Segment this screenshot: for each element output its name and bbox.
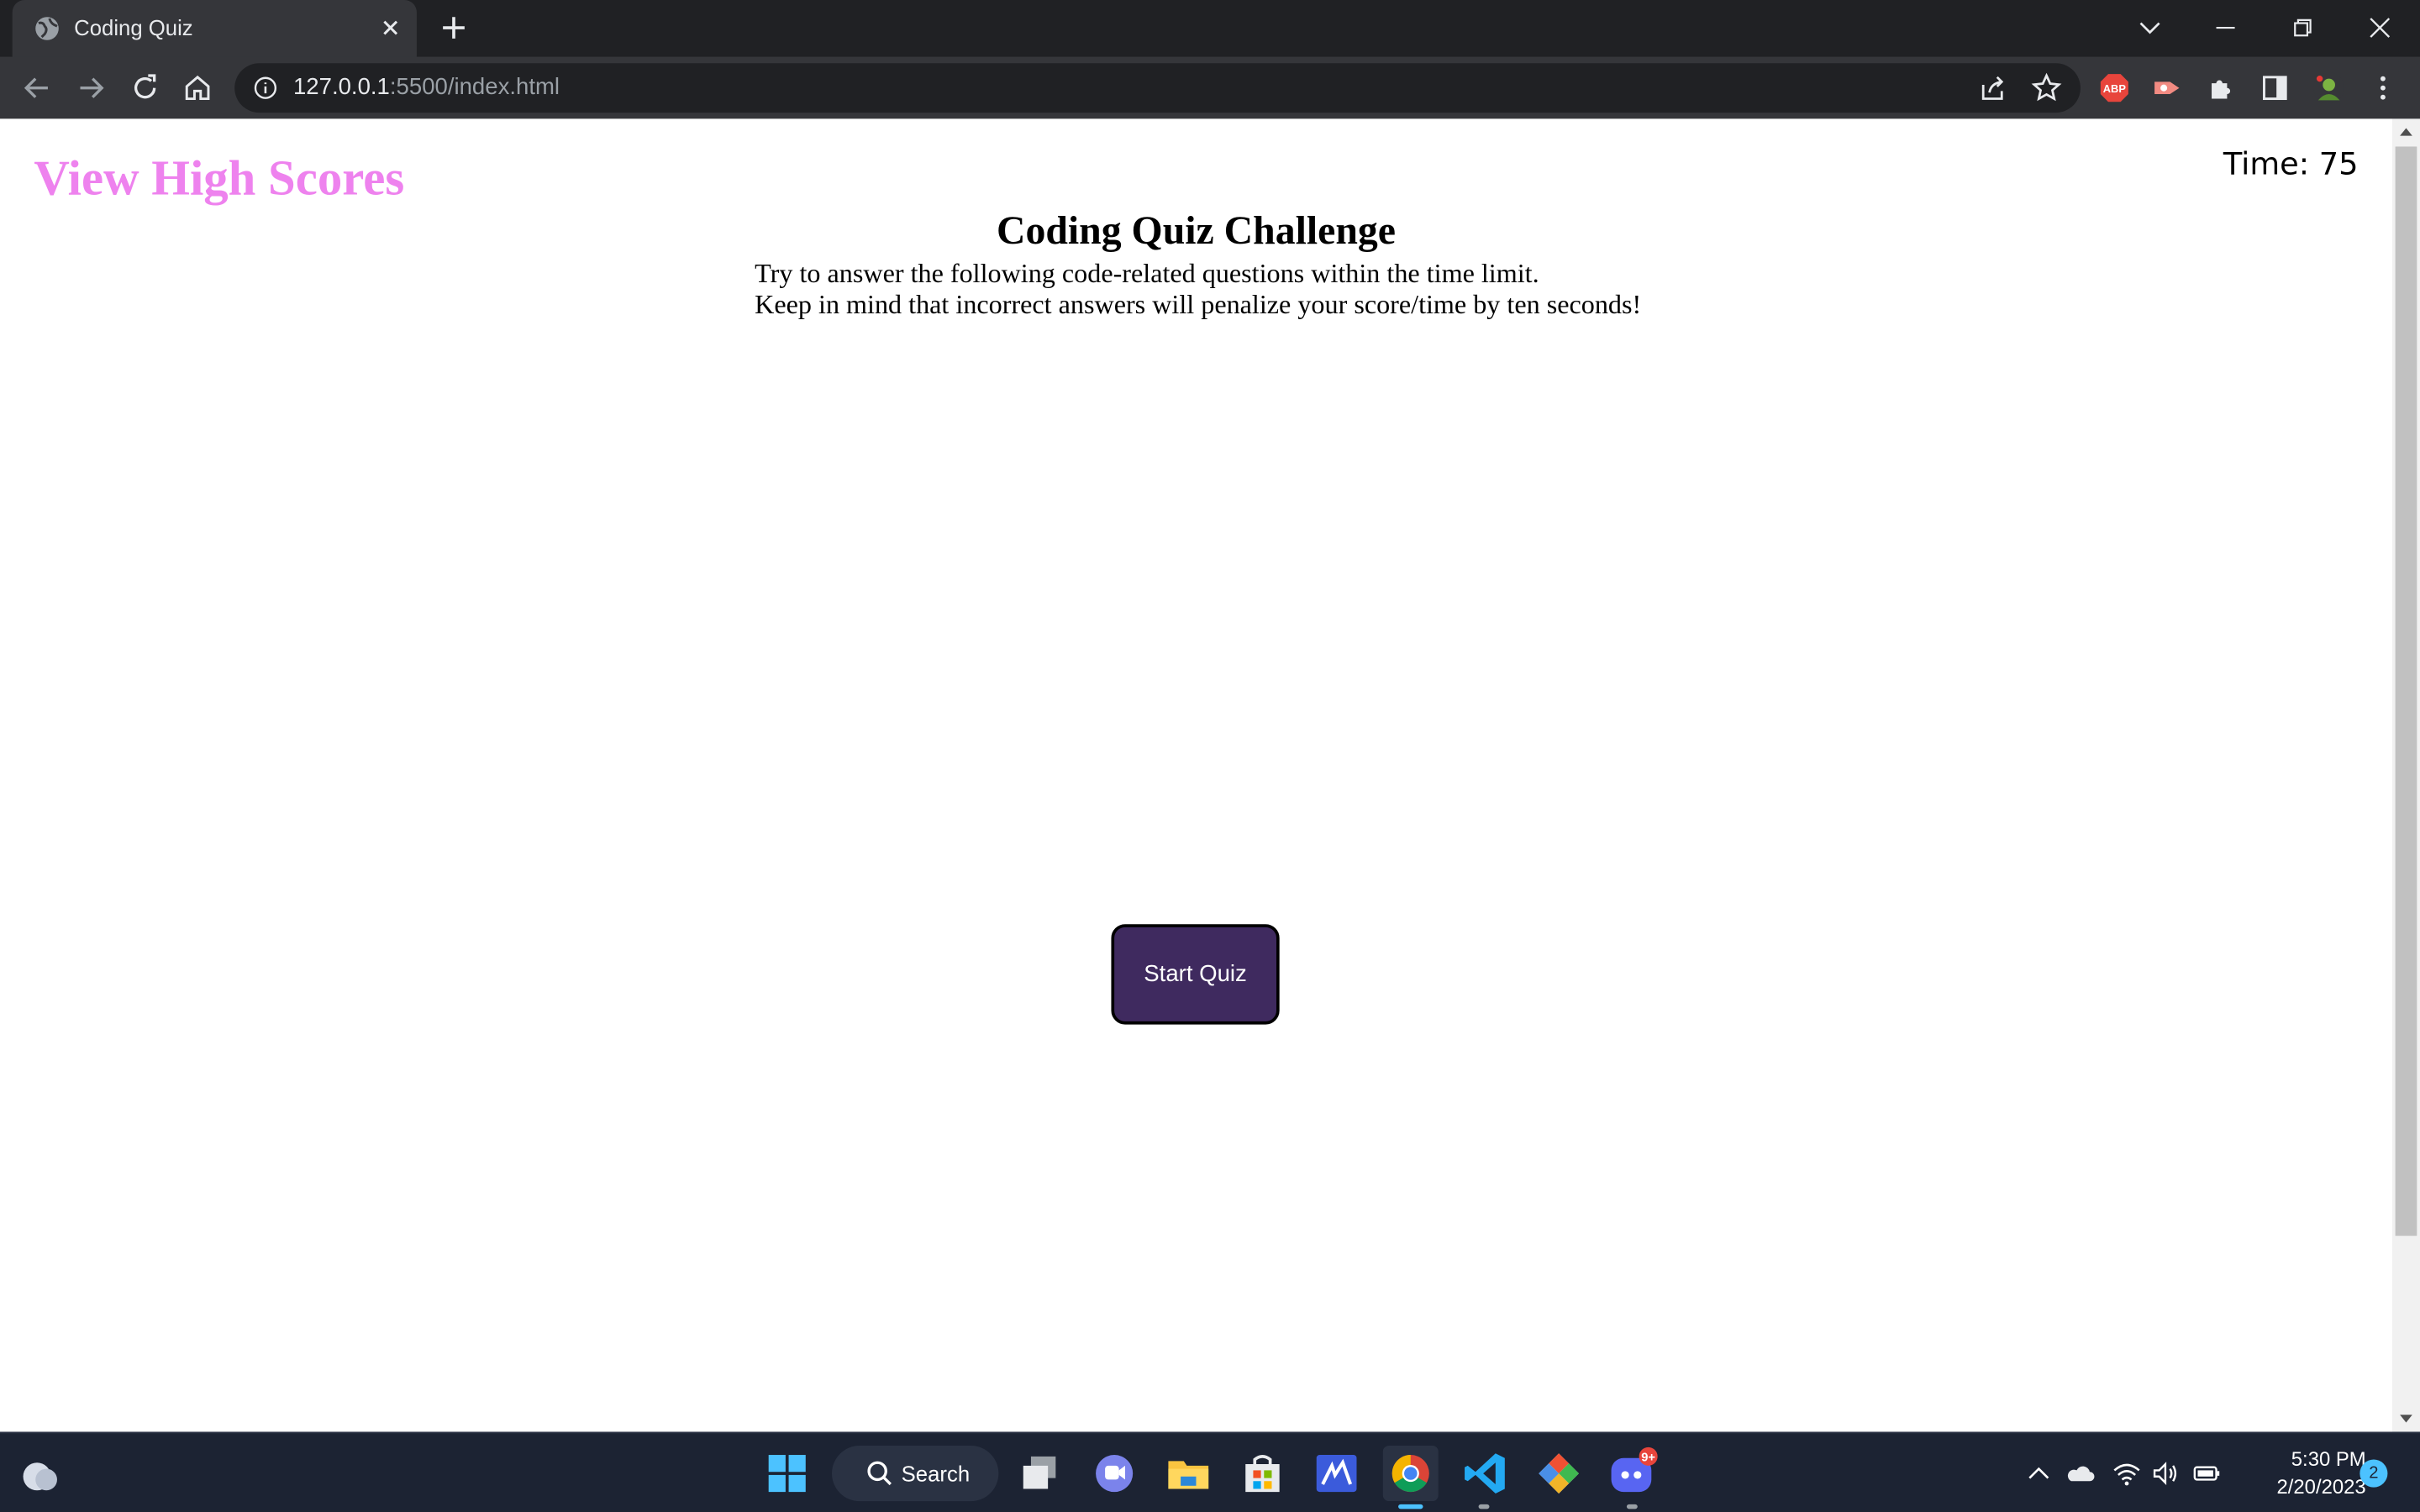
close-window-icon[interactable] bbox=[2361, 9, 2398, 46]
weather-icon[interactable] bbox=[13, 1446, 68, 1501]
browser-tab-strip: Coding Quiz bbox=[0, 0, 2420, 57]
taskbar-clock[interactable]: 5:30 PM 2/20/2023 bbox=[2245, 1446, 2365, 1501]
git-icon[interactable] bbox=[1531, 1446, 1586, 1501]
chevron-down-icon[interactable] bbox=[2132, 9, 2169, 46]
view-high-scores-link[interactable]: View High Scores bbox=[34, 150, 404, 207]
tab-title: Coding Quiz bbox=[74, 15, 193, 40]
file-explorer-icon[interactable] bbox=[1160, 1446, 1216, 1501]
intro-line: Keep in mind that incorrect answers will… bbox=[755, 288, 1642, 320]
discord-running-indicator bbox=[1626, 1504, 1638, 1509]
restore-icon[interactable] bbox=[2284, 9, 2321, 46]
puzzle-icon[interactable] bbox=[2204, 71, 2238, 104]
notification-badge[interactable]: 2 bbox=[2360, 1459, 2388, 1488]
star-icon[interactable] bbox=[2029, 71, 2063, 104]
discord-icon[interactable]: 9+ bbox=[1605, 1446, 1660, 1501]
taskbar-search[interactable]: Search bbox=[832, 1446, 999, 1502]
side-panel-icon[interactable] bbox=[2258, 71, 2291, 104]
mathworks-icon[interactable] bbox=[1309, 1446, 1365, 1501]
search-icon bbox=[867, 1461, 892, 1486]
page-title: Coding Quiz Challenge bbox=[996, 207, 1396, 254]
svg-text:ABP: ABP bbox=[2103, 82, 2127, 95]
forward-icon[interactable] bbox=[74, 71, 108, 104]
scroll-thumb[interactable] bbox=[2395, 146, 2417, 1236]
start-quiz-button[interactable]: Start Quiz bbox=[1111, 924, 1280, 1025]
chevron-up-icon[interactable] bbox=[2023, 1458, 2054, 1489]
clock-date: 2/20/2023 bbox=[2276, 1474, 2366, 1499]
taskbar: Search 9+ 5:30 PM 2/20/2023 2 bbox=[0, 1431, 2420, 1512]
browser-toolbar: 127.0.0.1:5500/index.html ABP bbox=[0, 56, 2420, 119]
reload-icon[interactable] bbox=[128, 71, 161, 104]
close-icon[interactable] bbox=[376, 14, 404, 42]
share-icon[interactable] bbox=[1975, 71, 2009, 104]
timer: Time: 75 bbox=[2223, 144, 2359, 182]
intro-line: Try to answer the following code-related… bbox=[755, 257, 1539, 289]
back-icon[interactable] bbox=[20, 71, 54, 104]
home-icon[interactable] bbox=[181, 71, 214, 104]
vertical-scrollbar[interactable] bbox=[2391, 118, 2420, 1432]
chrome-icon[interactable] bbox=[1382, 1446, 1439, 1502]
chrome-active-indicator bbox=[1398, 1504, 1423, 1509]
vscode-running-indicator bbox=[1478, 1504, 1490, 1509]
profile-icon[interactable] bbox=[2312, 71, 2345, 104]
scroll-down-arrow[interactable] bbox=[2400, 1415, 2412, 1423]
microsoft-store-icon[interactable] bbox=[1234, 1446, 1290, 1501]
search-label: Search bbox=[901, 1461, 971, 1486]
intro-text: Try to answer the following code-related… bbox=[755, 258, 1641, 319]
vscode-icon[interactable] bbox=[1457, 1446, 1512, 1501]
address-bar[interactable]: 127.0.0.1:5500/index.html bbox=[234, 63, 2081, 113]
battery-icon[interactable] bbox=[2191, 1458, 2223, 1489]
clock-time: 5:30 PM bbox=[2291, 1446, 2366, 1471]
record-icon[interactable] bbox=[2150, 71, 2184, 104]
info-icon[interactable] bbox=[253, 76, 277, 100]
discord-badge: 9+ bbox=[1641, 1451, 1655, 1464]
task-view-icon[interactable] bbox=[1013, 1446, 1068, 1501]
url-text: 127.0.0.1:5500/index.html bbox=[292, 74, 560, 101]
onedrive-icon[interactable] bbox=[2065, 1458, 2096, 1489]
globe-icon bbox=[35, 17, 59, 40]
wifi-icon[interactable] bbox=[2112, 1458, 2143, 1489]
page-content: View High Scores Time: 75 Coding Quiz Ch… bbox=[0, 118, 2392, 1432]
windows-start-icon[interactable] bbox=[760, 1446, 815, 1501]
scroll-up-arrow[interactable] bbox=[2400, 128, 2412, 136]
adblock-icon[interactable]: ABP bbox=[2097, 71, 2131, 104]
minimize-icon[interactable] bbox=[2207, 9, 2244, 46]
browser-tab[interactable]: Coding Quiz bbox=[12, 0, 417, 57]
teams-chat-icon[interactable] bbox=[1086, 1446, 1142, 1501]
plus-icon[interactable] bbox=[437, 11, 471, 45]
volume-icon[interactable] bbox=[2150, 1458, 2181, 1489]
kebab-menu-icon[interactable] bbox=[2366, 71, 2400, 104]
